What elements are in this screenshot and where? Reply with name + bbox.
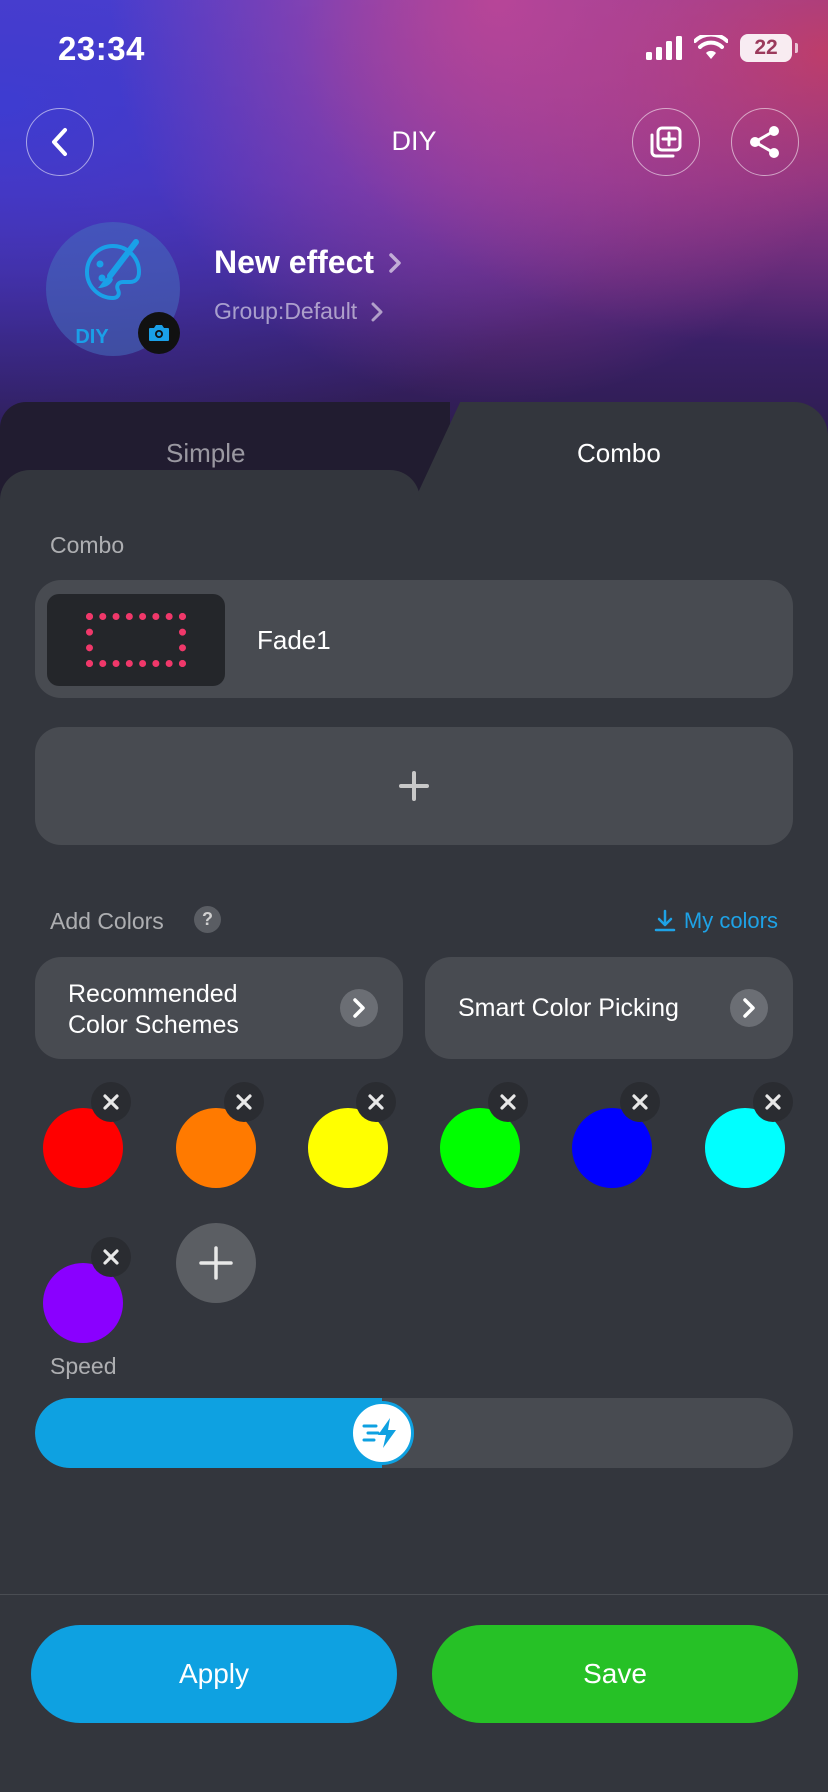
combo-item[interactable]: Fade1 [35,580,793,698]
add-color-button[interactable] [176,1223,256,1303]
close-icon [103,1094,119,1110]
wifi-icon [694,35,728,59]
tab-simple-label: Simple [166,438,246,468]
effect-name-link[interactable]: New effect [214,244,402,281]
status-bar: 23:34 22 [0,0,828,100]
speed-slider-handle[interactable] [350,1401,415,1465]
close-icon [236,1094,252,1110]
smart-color-picking-label: Smart Color Picking [458,994,679,1022]
tab-combo-label: Combo [577,438,661,468]
chevron-right-icon [371,302,383,321]
my-colors-button[interactable]: My colors [654,908,778,934]
remove-color-button[interactable] [224,1082,264,1122]
download-icon [654,909,676,932]
my-colors-label: My colors [683,908,778,933]
speed-slider-fill [35,1398,383,1468]
combo-item-name: Fade1 [257,625,331,655]
effect-avatar[interactable]: DIY [46,222,180,356]
combo-section-label: Combo [50,532,125,558]
close-icon [765,1094,781,1110]
plus-icon [399,771,429,801]
group-link[interactable]: Group:Default [214,298,383,325]
share-icon [750,126,779,158]
remove-color-button[interactable] [620,1082,660,1122]
page-title: DIY [391,126,437,156]
status-time: 23:34 [58,30,145,67]
save-button[interactable]: Save [432,1625,798,1723]
remove-color-button[interactable] [753,1082,793,1122]
copy-add-icon [650,126,682,158]
close-icon [368,1094,384,1110]
close-icon [103,1249,119,1265]
tab-combo[interactable]: Combo [410,402,828,510]
led-strip-preview [86,613,186,667]
smart-color-picking-button[interactable]: Smart Color Picking [425,957,793,1059]
recommended-schemes-button[interactable]: Recommended Color Schemes [35,957,403,1059]
paint-palette-icon [85,239,142,301]
chevron-right-icon [389,252,401,273]
help-button[interactable]: ? [194,906,221,933]
speed-label: Speed [50,1353,117,1379]
chevron-right-icon [353,998,365,1018]
effect-name: New effect [214,244,375,280]
remove-color-button[interactable] [488,1082,528,1122]
close-icon [500,1094,516,1110]
share-button[interactable] [731,108,799,176]
add-combo-button[interactable] [35,727,793,845]
footer-divider [0,1594,828,1595]
change-photo-button[interactable] [138,312,180,354]
add-colors-label: Add Colors [50,908,164,934]
close-icon [632,1094,648,1110]
group-name: Group:Default [214,298,358,324]
chevron-right-icon [743,998,755,1018]
speed-bolt-icon [362,1418,397,1448]
camera-icon [149,325,169,341]
duplicate-button[interactable] [632,108,700,176]
plus-icon [199,1246,233,1280]
signal-icon [646,36,682,60]
combo-thumbnail [47,594,225,686]
remove-color-button[interactable] [356,1082,396,1122]
remove-color-button[interactable] [91,1082,131,1122]
apply-button[interactable]: Apply [31,1625,397,1723]
battery-indicator: 22 [740,34,798,62]
recommended-schemes-label: Recommended Color Schemes [68,980,239,1039]
remove-color-button[interactable] [91,1237,131,1277]
